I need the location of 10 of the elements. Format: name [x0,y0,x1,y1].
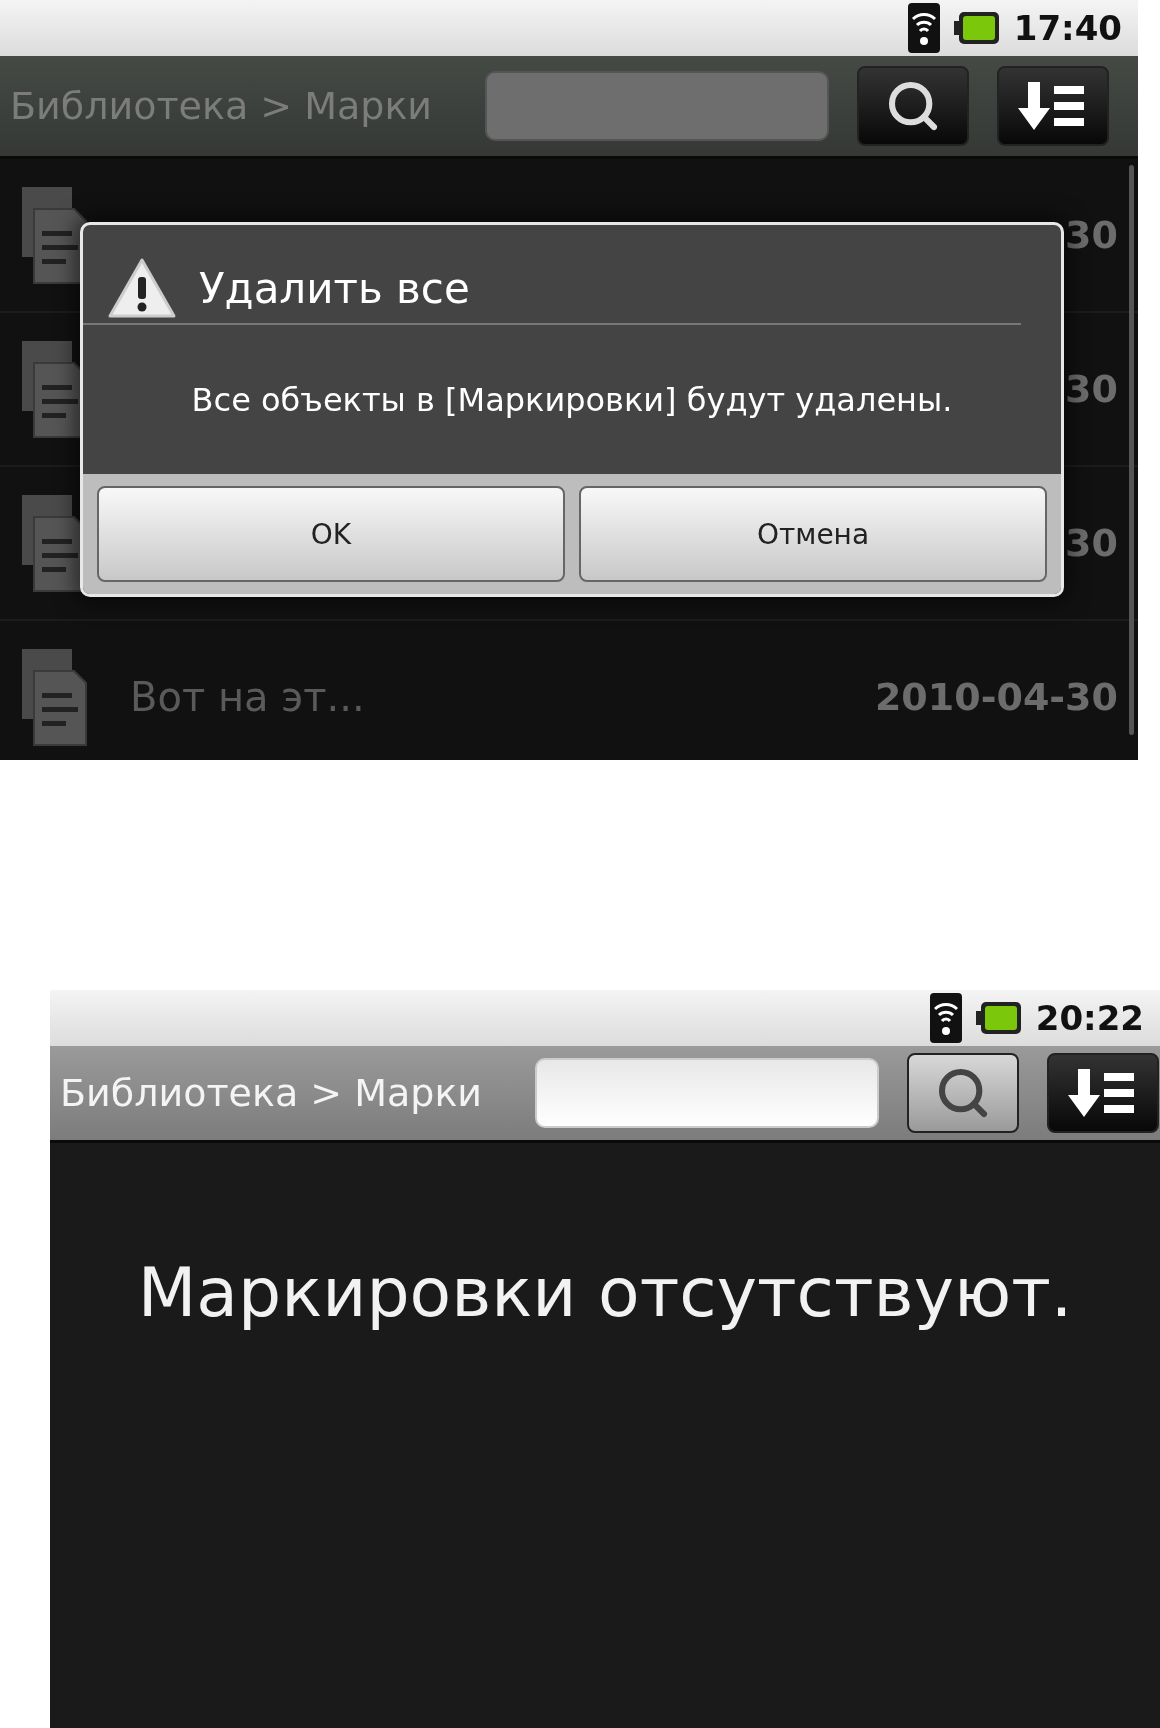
item-date: 30 [1065,521,1118,565]
empty-message: Маркировки отсутствуют. [137,1253,1073,1334]
item-date: 30 [1065,367,1118,411]
dialog-message: Все объекты в [Маркировки] будут удалены. [191,380,953,419]
item-title: Вот на эт... [130,674,366,720]
clock-time: 17:40 [1013,8,1122,48]
dialog-title: Удалить все [199,263,470,313]
clock-time: 20:22 [1035,998,1144,1038]
item-date: 2010-04-30 [874,675,1118,719]
item-date: 30 [1065,213,1118,257]
